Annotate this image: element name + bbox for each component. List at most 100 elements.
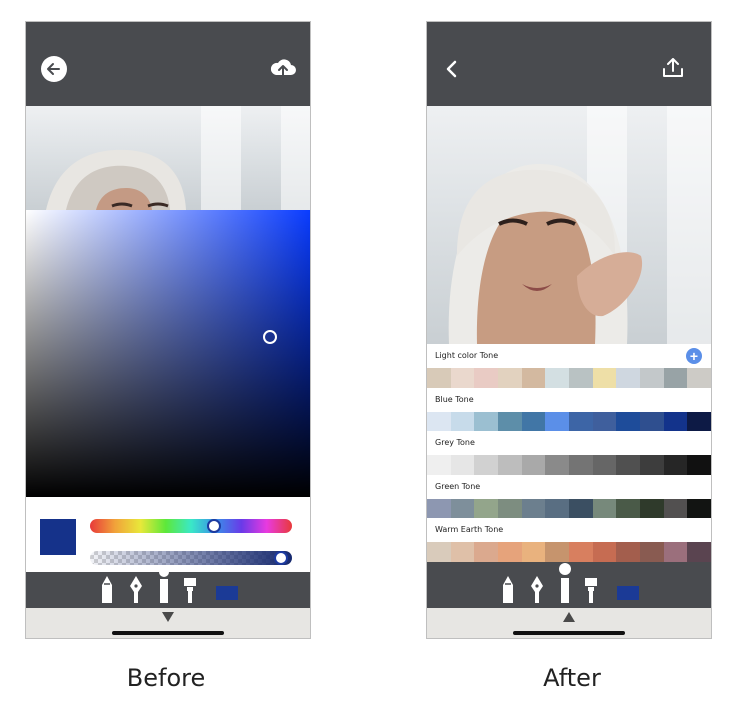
color-swatch[interactable] bbox=[545, 411, 570, 431]
color-swatch[interactable] bbox=[687, 455, 711, 475]
tone-swatch-row bbox=[427, 368, 711, 388]
color-swatch[interactable] bbox=[569, 411, 593, 431]
hue-slider[interactable] bbox=[90, 519, 292, 533]
color-swatch[interactable] bbox=[427, 542, 451, 562]
marker-icon[interactable] bbox=[584, 577, 598, 608]
color-swatch[interactable] bbox=[521, 368, 546, 388]
tone-swatch-row bbox=[427, 498, 711, 518]
color-cursor[interactable] bbox=[263, 330, 277, 344]
tone-label: Warm Earth Tone bbox=[435, 525, 504, 534]
tone-header: Blue Tone bbox=[427, 387, 711, 412]
marker-icon[interactable] bbox=[183, 577, 197, 608]
portrait-photo bbox=[26, 106, 310, 210]
pencil-icon[interactable] bbox=[101, 575, 113, 608]
top-bar bbox=[427, 22, 711, 106]
color-swatch[interactable] bbox=[616, 498, 641, 518]
color-swatch[interactable] bbox=[450, 498, 475, 518]
share-upload-icon[interactable] bbox=[662, 58, 684, 83]
opacity-slider[interactable] bbox=[90, 551, 292, 565]
color-swatch[interactable] bbox=[427, 368, 451, 388]
color-swatch[interactable] bbox=[569, 368, 593, 388]
current-color-swatch[interactable] bbox=[617, 586, 639, 600]
color-swatch[interactable] bbox=[474, 411, 499, 431]
arrow-left-icon[interactable] bbox=[41, 56, 67, 82]
bottom-area bbox=[427, 608, 711, 638]
cloud-upload-icon[interactable] bbox=[269, 56, 297, 80]
opacity-slider-handle[interactable] bbox=[274, 551, 289, 565]
top-bar bbox=[26, 22, 310, 106]
color-swatch[interactable] bbox=[687, 411, 711, 431]
current-color-swatch[interactable] bbox=[216, 586, 238, 600]
color-swatch[interactable] bbox=[545, 498, 570, 518]
color-swatch[interactable] bbox=[592, 498, 617, 518]
color-swatch[interactable] bbox=[687, 498, 711, 518]
color-swatch[interactable] bbox=[474, 498, 499, 518]
before-caption: Before bbox=[126, 664, 206, 692]
color-swatch[interactable] bbox=[687, 542, 711, 562]
color-swatch[interactable] bbox=[521, 411, 546, 431]
selected-color-swatch bbox=[40, 519, 76, 555]
color-swatch[interactable] bbox=[640, 368, 664, 388]
color-swatch[interactable] bbox=[640, 411, 664, 431]
tone-palettes: Light color Tone + Blue Tone Grey Tone Green… bbox=[427, 344, 711, 562]
color-swatch[interactable] bbox=[640, 455, 664, 475]
color-swatch[interactable] bbox=[640, 542, 664, 562]
color-swatch[interactable] bbox=[592, 368, 617, 388]
color-swatch[interactable] bbox=[498, 368, 522, 388]
color-swatch[interactable] bbox=[427, 455, 451, 475]
brush-icon[interactable] bbox=[157, 567, 171, 608]
color-swatch[interactable] bbox=[498, 542, 522, 562]
color-swatch[interactable] bbox=[474, 542, 499, 562]
expand-arrow-icon[interactable] bbox=[563, 612, 575, 622]
color-swatch[interactable] bbox=[616, 542, 641, 562]
color-swatch[interactable] bbox=[427, 498, 451, 518]
color-swatch[interactable] bbox=[450, 368, 475, 388]
color-swatch[interactable] bbox=[474, 368, 499, 388]
fountain-pen-icon[interactable] bbox=[129, 575, 143, 608]
color-swatch[interactable] bbox=[474, 455, 499, 475]
color-swatch[interactable] bbox=[450, 455, 475, 475]
color-swatch[interactable] bbox=[569, 498, 593, 518]
color-swatch[interactable] bbox=[640, 498, 664, 518]
portrait-photo bbox=[427, 106, 711, 344]
color-swatch[interactable] bbox=[569, 542, 593, 562]
color-swatch[interactable] bbox=[521, 542, 546, 562]
color-swatch[interactable] bbox=[663, 368, 688, 388]
collapse-arrow-icon[interactable] bbox=[162, 612, 174, 622]
color-swatch[interactable] bbox=[569, 455, 593, 475]
phone-before bbox=[25, 21, 311, 639]
plus-circle-icon[interactable]: + bbox=[686, 348, 702, 364]
pencil-icon[interactable] bbox=[502, 575, 514, 608]
color-swatch[interactable] bbox=[545, 542, 570, 562]
color-swatch[interactable] bbox=[663, 542, 688, 562]
color-swatch[interactable] bbox=[663, 411, 688, 431]
color-swatch[interactable] bbox=[592, 411, 617, 431]
home-indicator bbox=[112, 631, 224, 635]
color-swatch[interactable] bbox=[498, 455, 522, 475]
color-swatch[interactable] bbox=[545, 368, 570, 388]
color-swatch[interactable] bbox=[592, 455, 617, 475]
tone-label: Blue Tone bbox=[435, 394, 474, 404]
color-swatch[interactable] bbox=[450, 542, 475, 562]
saturation-value-field[interactable] bbox=[26, 210, 310, 497]
brush-icon[interactable] bbox=[558, 563, 572, 608]
color-swatch[interactable] bbox=[521, 498, 546, 518]
after-caption: After bbox=[543, 664, 601, 692]
hue-slider-handle[interactable] bbox=[206, 519, 221, 533]
color-swatch[interactable] bbox=[450, 411, 475, 431]
color-swatch[interactable] bbox=[521, 455, 546, 475]
color-swatch[interactable] bbox=[687, 368, 711, 388]
tone-header: Green Tone bbox=[427, 474, 711, 499]
fountain-pen-icon[interactable] bbox=[530, 575, 544, 608]
color-swatch[interactable] bbox=[498, 498, 522, 518]
color-swatch[interactable] bbox=[427, 411, 451, 431]
color-swatch[interactable] bbox=[616, 455, 641, 475]
color-swatch[interactable] bbox=[663, 455, 688, 475]
color-swatch[interactable] bbox=[616, 411, 641, 431]
color-swatch[interactable] bbox=[545, 455, 570, 475]
color-swatch[interactable] bbox=[663, 498, 688, 518]
color-swatch[interactable] bbox=[592, 542, 617, 562]
color-swatch[interactable] bbox=[498, 411, 522, 431]
color-swatch[interactable] bbox=[616, 368, 641, 388]
chevron-left-icon[interactable] bbox=[445, 60, 459, 83]
